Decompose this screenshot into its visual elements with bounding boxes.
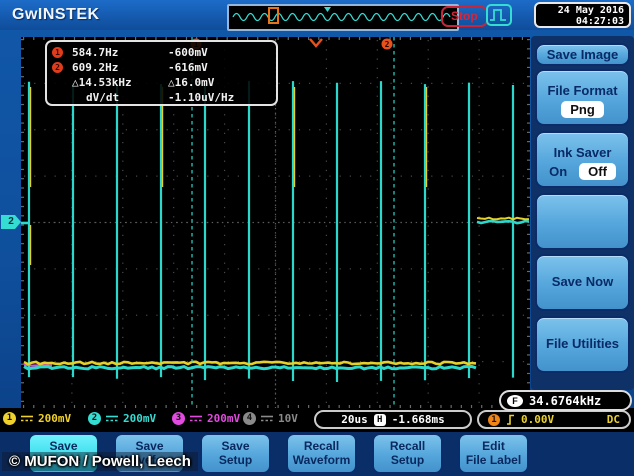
channel1-badge: 1 xyxy=(3,412,16,425)
bottom-recall-setup-button[interactable]: Recall Setup xyxy=(372,433,443,474)
cursor1-freq: 584.7Hz xyxy=(72,46,168,59)
dc-coupling-icon xyxy=(105,414,119,423)
channel3-status[interactable]: 3 200mV xyxy=(172,412,240,425)
status-bar: 1200mV2200mV3200mV410V 20us H -1.668ms 1… xyxy=(0,408,634,433)
rising-edge-icon xyxy=(506,413,515,426)
menu-save-now-button[interactable]: Save Now xyxy=(535,254,630,311)
dvdt-label: dV/dt xyxy=(72,91,168,104)
bottom-edit-file-label-button[interactable]: Edit File Label xyxy=(458,433,529,474)
top-bar: GwINSTEK Stop 24 May 2016 04:27:03 xyxy=(0,0,634,30)
channel2-status[interactable]: 2 200mV xyxy=(88,412,156,425)
dc-coupling-icon xyxy=(189,414,203,423)
date-text: 24 May 2016 xyxy=(536,5,624,16)
side-menu-panel: Save Image File Format Png Ink Saver On … xyxy=(531,36,634,390)
ink-saver-off-option[interactable]: Off xyxy=(579,163,616,180)
datetime-display: 24 May 2016 04:27:03 xyxy=(534,2,631,28)
delta-freq: △14.53kHz xyxy=(72,76,168,89)
channel2-scale: 200mV xyxy=(123,412,156,425)
channel1-scale: 200mV xyxy=(38,412,71,425)
trigger-status[interactable]: 1 0.00V DC xyxy=(477,410,631,429)
cursor2-freq: 609.2Hz xyxy=(72,61,168,74)
trigger-coupling: DC xyxy=(607,413,620,426)
menu-title-save-image[interactable]: Save Image xyxy=(535,43,630,66)
run-stop-indicator: Stop xyxy=(441,6,488,27)
waveform-display[interactable]: 1 2 1 584.7Hz -600mV 2 609.2Hz -616mV △14… xyxy=(21,37,530,408)
channel1-status[interactable]: 1 200mV xyxy=(3,412,71,425)
brand-logo: GwINSTEK xyxy=(12,6,100,24)
menu-blank-button[interactable] xyxy=(535,193,630,250)
svg-text:2: 2 xyxy=(385,40,390,49)
bottom-recall-waveform-button[interactable]: Recall Waveform xyxy=(286,433,357,474)
menu-file-format-button[interactable]: File Format Png xyxy=(535,69,630,126)
horizontal-offset-value: -1.668ms xyxy=(392,413,445,426)
acquisition-preview-bar[interactable] xyxy=(227,4,459,31)
file-format-value: Png xyxy=(561,101,604,118)
trigger-frequency-counter: F 34.6764kHz xyxy=(499,390,632,411)
channel2-badge: 2 xyxy=(88,412,101,425)
dc-coupling-icon xyxy=(20,414,34,423)
frequency-value: 34.6764kHz xyxy=(529,394,601,408)
cursor2-volt: -616mV xyxy=(168,61,272,74)
time-text: 04:27:03 xyxy=(536,16,624,27)
menu-ink-saver-button[interactable]: Ink Saver On Off xyxy=(535,131,630,188)
frequency-icon: F xyxy=(507,395,523,407)
dvdt-value: -1.10uV/Hz xyxy=(168,91,272,104)
pulse-trigger-icon xyxy=(486,4,512,26)
channel3-scale: 200mV xyxy=(207,412,240,425)
horizontal-status[interactable]: 20us H -1.668ms xyxy=(314,410,472,429)
channel2-position-marker[interactable]: 2 xyxy=(1,215,21,229)
channel3-badge: 3 xyxy=(172,412,185,425)
dc-coupling-icon xyxy=(260,414,274,423)
trigger-level-value: 0.00V xyxy=(521,413,554,426)
cursor2-badge: 2 xyxy=(52,62,63,73)
horizontal-position-icon: H xyxy=(374,414,386,426)
cursor1-volt: -600mV xyxy=(168,46,272,59)
ink-saver-on-option[interactable]: On xyxy=(549,164,567,179)
menu-file-utilities-button[interactable]: File Utilities xyxy=(535,316,630,373)
channel4-scale: 10V xyxy=(278,412,298,425)
preview-waveform-icon xyxy=(229,6,453,25)
timebase-value: 20us xyxy=(341,413,368,426)
watermark-credit: © MUFON / Powell, Leech xyxy=(2,452,198,471)
cursor-measurement-panel: 1 584.7Hz -600mV 2 609.2Hz -616mV △14.53… xyxy=(45,40,278,106)
bottom-save-setup-button[interactable]: Save Setup xyxy=(200,433,271,474)
channel4-badge: 4 xyxy=(243,412,256,425)
channel4-status[interactable]: 4 10V xyxy=(243,412,298,425)
trigger-source-badge: 1 xyxy=(488,414,500,426)
delta-volt: △16.0mV xyxy=(168,76,272,89)
cursor1-badge: 1 xyxy=(52,47,63,58)
